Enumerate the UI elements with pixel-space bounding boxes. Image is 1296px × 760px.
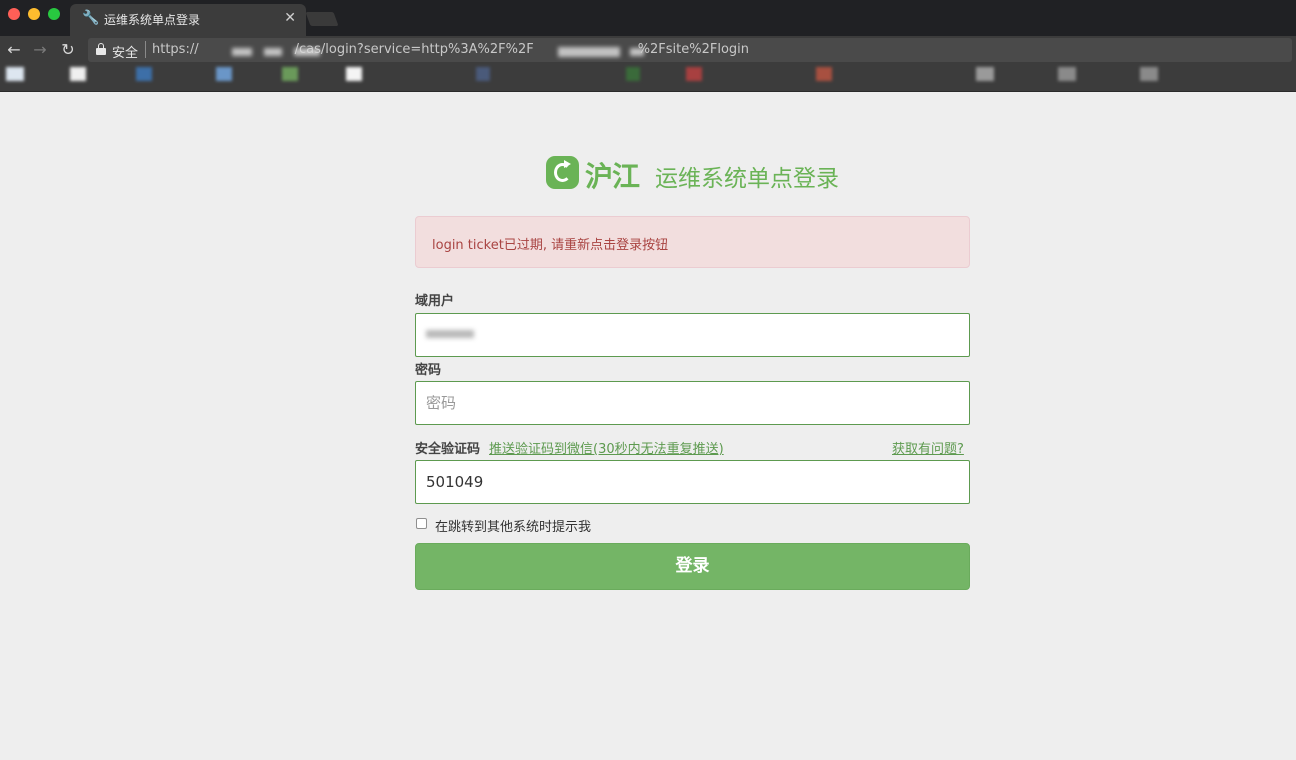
address-bar[interactable]: 安全 https:///cas/login?service=http%3A%2F… bbox=[88, 38, 1292, 62]
bookmark-item[interactable] bbox=[816, 67, 832, 81]
secure-label: 安全 bbox=[112, 46, 139, 61]
bookmark-item[interactable] bbox=[476, 67, 490, 81]
verification-code-field[interactable] bbox=[415, 460, 970, 504]
bookmark-item[interactable] bbox=[1058, 67, 1076, 81]
redacted-url-part bbox=[294, 48, 320, 56]
tab-close-icon[interactable]: ✕ bbox=[284, 9, 296, 27]
browser-tab[interactable]: 🔧 运维系统单点登录 ✕ bbox=[70, 4, 306, 36]
new-tab-button[interactable] bbox=[305, 12, 339, 26]
browser-toolbar: ← → ↻ 安全 https:///cas/login?service=http… bbox=[0, 36, 1296, 64]
logo-text: 沪江 bbox=[585, 160, 640, 193]
prompt-checkbox-label[interactable]: 在跳转到其他系统时提示我 bbox=[435, 516, 591, 535]
password-field[interactable] bbox=[415, 381, 970, 425]
push-code-link[interactable]: 推送验证码到微信(30秒内无法重复推送) bbox=[489, 438, 724, 457]
bookmark-item[interactable] bbox=[346, 67, 362, 81]
bookmark-item[interactable] bbox=[282, 67, 298, 81]
close-window-icon[interactable] bbox=[8, 8, 20, 20]
tab-title: 运维系统单点登录 bbox=[104, 13, 201, 27]
bookmark-item[interactable] bbox=[136, 67, 152, 81]
redacted-url-part bbox=[232, 48, 252, 56]
bookmark-item[interactable] bbox=[6, 67, 24, 81]
username-field[interactable] bbox=[415, 313, 970, 357]
bookmark-item[interactable] bbox=[976, 67, 994, 81]
browser-title-bar: 🔧 运维系统单点登录 ✕ bbox=[0, 0, 1296, 36]
alert-message: login ticket已过期, 请重新点击登录按钮 bbox=[432, 238, 669, 253]
redacted-url-part bbox=[558, 47, 620, 57]
login-button[interactable]: 登录 bbox=[415, 543, 970, 590]
username-label: 域用户 bbox=[415, 294, 455, 309]
bookmark-item[interactable] bbox=[626, 67, 640, 81]
verification-code-label: 安全验证码 bbox=[415, 442, 481, 457]
redacted-username bbox=[426, 330, 474, 338]
redacted-url-part bbox=[630, 48, 644, 56]
bookmark-item[interactable] bbox=[686, 67, 702, 81]
wrench-icon: 🔧 bbox=[82, 10, 100, 26]
minimize-window-icon[interactable] bbox=[28, 8, 40, 20]
bookmark-item[interactable] bbox=[1140, 67, 1158, 81]
bookmarks-bar bbox=[0, 64, 1296, 92]
maximize-window-icon[interactable] bbox=[48, 8, 60, 20]
page-title: 运维系统单点登录 bbox=[655, 166, 839, 192]
bookmark-item[interactable] bbox=[216, 67, 232, 81]
back-arrow-icon[interactable]: ← bbox=[4, 40, 24, 60]
redacted-url-part bbox=[264, 48, 282, 56]
error-alert: login ticket已过期, 请重新点击登录按钮 bbox=[415, 216, 970, 268]
prompt-checkbox[interactable] bbox=[416, 518, 427, 529]
reload-icon[interactable]: ↻ bbox=[58, 40, 78, 60]
password-label: 密码 bbox=[415, 363, 442, 378]
help-link[interactable]: 获取有问题? bbox=[892, 438, 964, 457]
bookmark-item[interactable] bbox=[70, 67, 86, 81]
lock-icon bbox=[96, 43, 106, 55]
forward-arrow-icon[interactable]: → bbox=[30, 40, 50, 60]
hujiang-logo-icon bbox=[546, 156, 579, 189]
url-divider bbox=[145, 41, 146, 58]
